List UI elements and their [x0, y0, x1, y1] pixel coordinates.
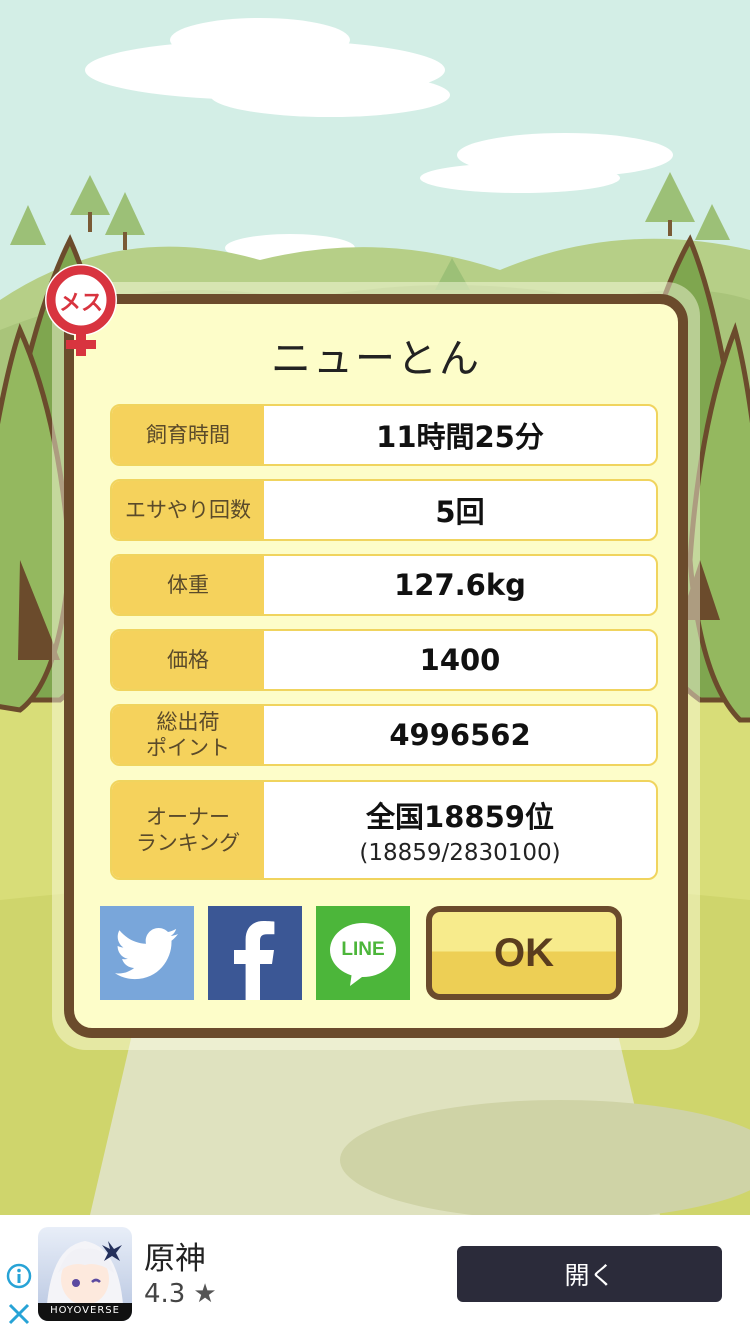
star-icon: ★ [193, 1279, 217, 1309]
stat-label: エサやり回数 [112, 481, 264, 539]
stat-row-raising-time: 飼育時間 11時間25分 [110, 404, 658, 466]
ad-banner[interactable]: HOYOVERSE 原神 4.3 ★ 開く [0, 1215, 750, 1334]
stat-row-owner-ranking: オーナー ランキング 全国18859位 (18859/2830100) [110, 780, 658, 880]
badge-text: メス [58, 291, 103, 316]
ad-app-icon[interactable]: HOYOVERSE [38, 1227, 132, 1321]
stat-value: 1400 [264, 631, 656, 689]
ad-info-icon[interactable] [6, 1263, 32, 1289]
line-label: LINE [341, 939, 385, 960]
stat-label: 体重 [112, 556, 264, 614]
stat-value-text: 4996562 [389, 718, 531, 752]
stat-row-shipping-points: 総出荷 ポイント 4996562 [110, 704, 658, 766]
stat-label: 飼育時間 [112, 406, 264, 464]
line-share-button[interactable]: LINE [316, 906, 410, 1000]
ranking-detail: (18859/2830100) [359, 840, 561, 866]
stat-row-feed-count: エサやり回数 5回 [110, 479, 658, 541]
stat-value: 4996562 [264, 706, 656, 764]
pig-name-title: ニューとん [271, 336, 481, 382]
female-badge-icon: メス [36, 262, 126, 362]
stat-row-weight: 体重 127.6kg [110, 554, 658, 616]
result-dialog: ニューとん 飼育時間 11時間25分 エサやり回数 5回 体重 127.6kg … [64, 294, 688, 1038]
stat-value: 5回 [264, 481, 656, 539]
facebook-share-button[interactable] [208, 906, 302, 1000]
stat-label: 価格 [112, 631, 264, 689]
ad-close-icon[interactable] [6, 1301, 32, 1327]
stat-label: オーナー ランキング [112, 782, 264, 878]
facebook-f-icon [234, 921, 275, 1000]
ranking-value: 全国18859位 [366, 800, 554, 834]
ad-open-button[interactable]: 開く [457, 1246, 722, 1302]
ad-rating-value: 4.3 [144, 1279, 186, 1309]
twitter-bird-icon [114, 928, 178, 980]
stat-row-price: 価格 1400 [110, 629, 658, 691]
stat-value: 全国18859位 (18859/2830100) [264, 782, 656, 878]
ad-app-name[interactable]: 原神 [144, 1233, 206, 1278]
twitter-share-button[interactable] [100, 906, 194, 1000]
publisher-tag: HOYOVERSE [50, 1305, 120, 1316]
stat-value-text: 127.6kg [394, 568, 526, 602]
stat-label: 総出荷 ポイント [112, 706, 264, 764]
stat-value-text: 1400 [419, 643, 501, 677]
stat-value-text: 5回 [435, 495, 485, 529]
stat-value-text: 11時間25分 [376, 420, 544, 454]
stat-value: 127.6kg [264, 556, 656, 614]
stat-value: 11時間25分 [264, 406, 656, 464]
ad-rating: 4.3 ★ [144, 1279, 217, 1309]
ok-button[interactable]: OK [426, 906, 622, 1000]
